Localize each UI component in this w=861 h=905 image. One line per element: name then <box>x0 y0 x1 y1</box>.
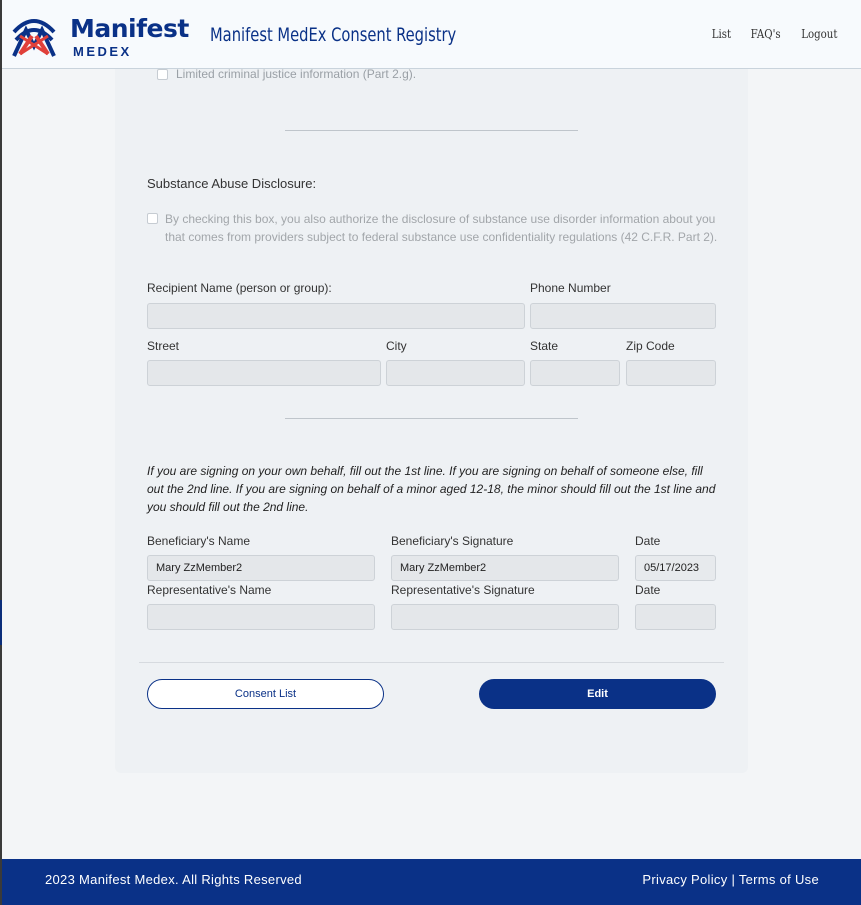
section-divider <box>285 418 578 419</box>
page-footer: 2023 Manifest Medex. All Rights Reserved… <box>2 859 861 905</box>
nav-faq-link[interactable]: FAQ's <box>751 27 781 41</box>
window-edge-accent <box>0 600 2 645</box>
consent-form-card <box>115 69 748 773</box>
criminal-justice-label: Limited criminal justice information (Pa… <box>176 67 417 81</box>
city-input[interactable] <box>386 360 525 386</box>
criminal-justice-option: Limited criminal justice information (Pa… <box>157 67 416 81</box>
state-label: State <box>530 339 559 353</box>
zip-code-label: Zip Code <box>626 339 675 353</box>
beneficiary-date-label: Date <box>635 534 661 548</box>
top-nav: List FAQ's Logout <box>710 27 841 41</box>
privacy-policy-link[interactable]: Privacy Policy <box>642 872 727 887</box>
actions-divider <box>139 662 724 663</box>
substance-abuse-title: Substance Abuse Disclosure: <box>147 176 317 191</box>
zip-code-input[interactable] <box>626 360 716 386</box>
beneficiary-date-input[interactable]: 05/17/2023 <box>635 555 716 581</box>
signing-instructions: If you are signing on your own behalf, f… <box>147 464 716 514</box>
recipient-name-label: Recipient Name (person or group): <box>147 281 332 295</box>
representative-date-label: Date <box>635 583 661 597</box>
section-divider <box>285 130 578 131</box>
terms-of-use-link[interactable]: Terms of Use <box>739 872 819 887</box>
footer-links: Privacy Policy | Terms of Use <box>642 872 819 887</box>
substance-abuse-checkbox[interactable] <box>147 213 158 224</box>
substance-abuse-option: By checking this box, you also authorize… <box>147 210 722 246</box>
representative-signature-input[interactable] <box>391 604 619 630</box>
street-input[interactable] <box>147 360 381 386</box>
window-edge <box>0 0 2 905</box>
copyright-text: 2023 Manifest Medex. All Rights Reserved <box>45 872 302 887</box>
manifest-medex-logo[interactable] <box>10 10 58 58</box>
recipient-name-input[interactable] <box>147 303 525 329</box>
nav-list-link[interactable]: List <box>712 27 731 41</box>
city-label: City <box>386 339 407 353</box>
representative-name-label: Representative's Name <box>147 583 272 597</box>
substance-abuse-text: By checking this box, you also authorize… <box>165 212 718 244</box>
representative-date-input[interactable] <box>635 604 716 630</box>
phone-number-input[interactable] <box>530 303 716 329</box>
beneficiary-signature-label: Beneficiary's Signature <box>391 534 514 548</box>
representative-name-input[interactable] <box>147 604 375 630</box>
edit-button[interactable]: Edit <box>479 679 716 709</box>
consent-list-button[interactable]: Consent List <box>147 679 384 709</box>
street-label: Street <box>147 339 180 353</box>
nav-logout-link[interactable]: Logout <box>802 27 838 41</box>
app-header: Manifest MEDEX Manifest MedEx Consent Re… <box>2 0 861 69</box>
representative-signature-label: Representative's Signature <box>391 583 535 597</box>
beneficiary-name-input[interactable]: Mary ZzMember2 <box>147 555 375 581</box>
beneficiary-signature-input[interactable]: Mary ZzMember2 <box>391 555 619 581</box>
criminal-justice-checkbox[interactable] <box>157 68 168 80</box>
app-title: Manifest MedEx Consent Registry <box>210 24 457 46</box>
phone-number-label: Phone Number <box>530 281 611 295</box>
footer-separator: | <box>731 872 736 887</box>
state-input[interactable] <box>530 360 620 386</box>
brand-name: Manifest <box>70 14 189 43</box>
beneficiary-name-label: Beneficiary's Name <box>147 534 250 548</box>
brand-subtitle: MEDEX <box>73 44 132 59</box>
